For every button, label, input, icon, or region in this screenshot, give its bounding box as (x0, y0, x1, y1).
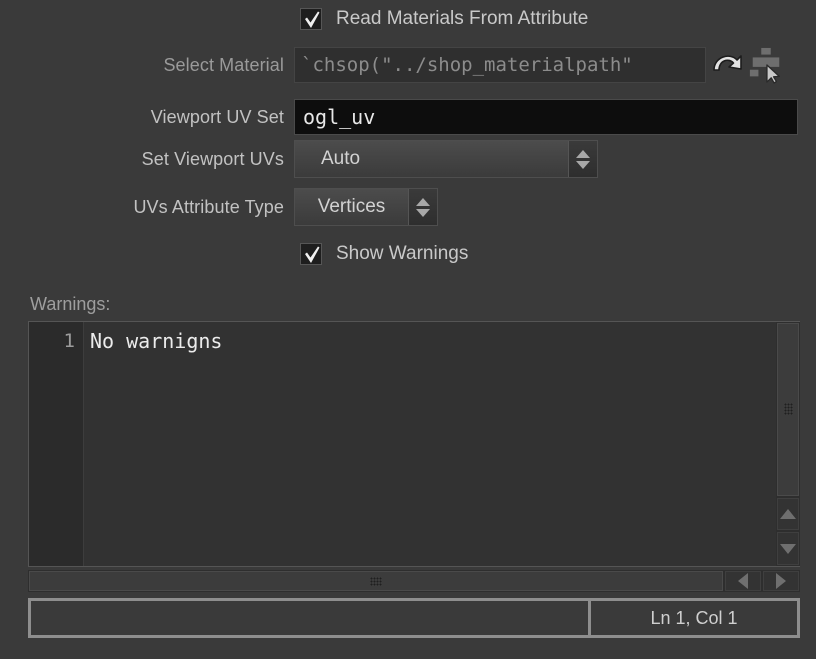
scroll-down-button[interactable] (777, 532, 799, 565)
uvs-attribute-type-dropdown[interactable]: Vertices (294, 188, 438, 226)
set-viewport-uvs-row: Set Viewport UVs Auto (0, 140, 816, 178)
cursor-position-indicator: Ln 1, Col 1 (650, 607, 738, 628)
warnings-text-editor[interactable]: 1 No warnigns (28, 321, 800, 567)
select-material-picker-button[interactable] (748, 46, 784, 84)
triangle-up-icon (416, 197, 430, 206)
read-materials-checkbox[interactable] (300, 8, 322, 30)
triangle-right-icon (776, 573, 786, 589)
checkmark-icon (305, 246, 320, 263)
uvs-attribute-type-value: Vertices (317, 196, 386, 217)
show-warnings-row[interactable]: Show Warnings (300, 243, 468, 265)
select-material-label: Select Material (163, 54, 284, 75)
select-material-value: `chsop("../shop_materialpath" (301, 54, 633, 76)
editor-line-number-gutter: 1 (29, 322, 84, 566)
read-materials-from-attribute-row[interactable]: Read Materials From Attribute (300, 8, 588, 30)
viewport-uv-set-row: Viewport UV Set ogl_uv (0, 99, 816, 135)
warnings-section-label: Warnings: (30, 294, 111, 314)
select-material-input[interactable]: `chsop("../shop_materialpath" (294, 47, 706, 83)
triangle-up-icon (576, 149, 590, 158)
read-materials-label: Read Materials From Attribute (336, 8, 589, 29)
editor-status-bar: Ln 1, Col 1 (28, 598, 800, 638)
triangle-down-icon (780, 543, 796, 554)
uvs-attribute-type-row: UVs Attribute Type Vertices (0, 188, 816, 226)
triangle-left-icon (738, 573, 748, 589)
uvs-attribute-type-label: UVs Attribute Type (133, 196, 284, 217)
curved-arrow-icon (713, 55, 742, 71)
line-number: 1 (63, 330, 75, 352)
grip-dots-icon (370, 576, 382, 586)
set-viewport-uvs-label: Set Viewport UVs (141, 148, 284, 169)
show-warnings-checkbox[interactable] (300, 243, 322, 265)
show-warnings-label: Show Warnings (336, 243, 469, 264)
scroll-right-button[interactable] (763, 571, 799, 591)
vertical-scrollbar-thumb[interactable] (777, 323, 799, 496)
viewport-uv-set-value: ogl_uv (303, 105, 376, 129)
set-viewport-uvs-value: Auto (321, 148, 361, 169)
select-material-reload-button[interactable] (710, 46, 746, 84)
grip-dots-icon (783, 403, 793, 416)
editor-horizontal-scrollbar[interactable] (28, 570, 800, 592)
horizontal-scrollbar-thumb[interactable] (29, 571, 723, 591)
viewport-uv-set-label: Viewport UV Set (150, 106, 284, 127)
triangle-up-icon (780, 508, 796, 519)
node-picker-icon (749, 47, 780, 84)
status-command-input[interactable] (31, 601, 591, 635)
triangle-down-icon (576, 160, 590, 169)
updown-arrows-icon[interactable] (568, 141, 597, 177)
scroll-up-button[interactable] (777, 497, 799, 531)
viewport-uv-set-input[interactable]: ogl_uv (294, 99, 798, 135)
set-viewport-uvs-dropdown[interactable]: Auto (294, 140, 598, 178)
editor-vertical-scrollbar[interactable] (776, 322, 800, 566)
updown-arrows-icon[interactable] (408, 189, 437, 225)
triangle-down-icon (416, 208, 430, 217)
editor-text-area[interactable]: No warnigns (84, 322, 799, 566)
select-material-row: Select Material `chsop("../shop_material… (0, 46, 816, 84)
checkmark-icon (305, 11, 320, 28)
editor-line-text: No warnigns (90, 329, 223, 353)
scroll-left-button[interactable] (725, 571, 761, 591)
